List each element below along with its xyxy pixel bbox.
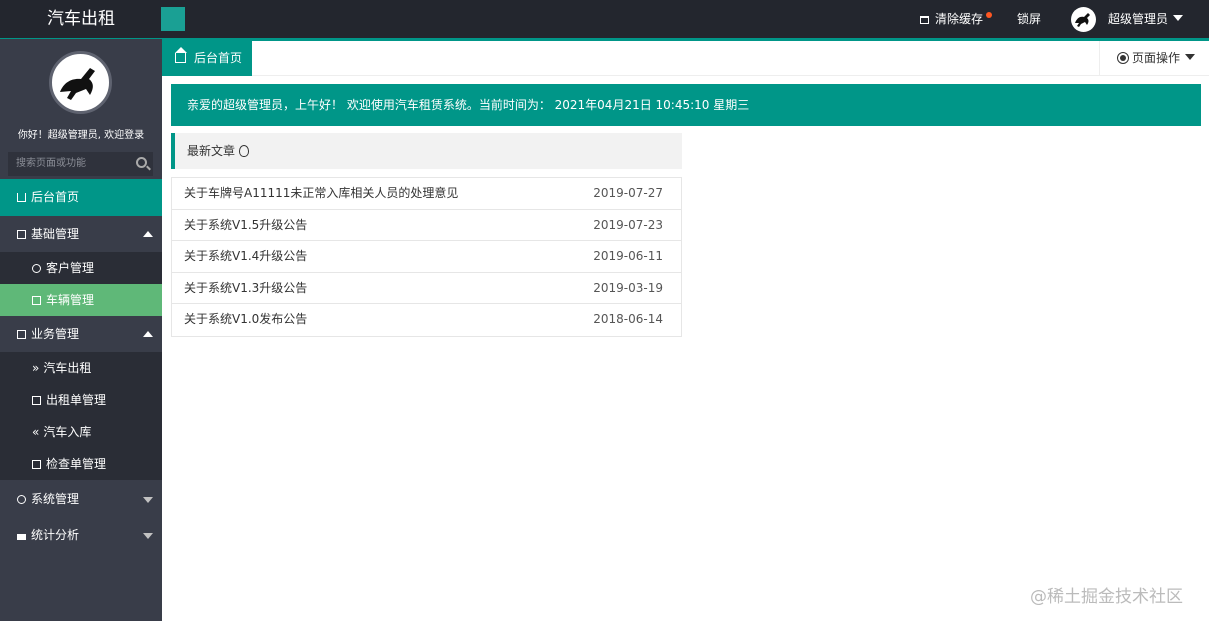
sidebar-group-label: 系统管理 [31, 492, 80, 506]
notification-dot [986, 12, 992, 18]
fire-icon [239, 145, 250, 157]
sidebar-item-car-rental[interactable]: » 汽车出租 [0, 352, 162, 384]
double-chevron-left-icon: « [32, 425, 40, 439]
trash-icon [920, 16, 929, 24]
sidebar-item-label: 客户管理 [46, 261, 95, 275]
article-date: 2019-03-19 [593, 280, 663, 295]
chevron-up-icon [143, 231, 153, 237]
panel-title: 最新文章 [187, 144, 236, 158]
tab-label: 后台首页 [194, 51, 243, 65]
clear-cache-button[interactable]: 清除缓存 [920, 0, 992, 38]
chevron-up-icon [143, 331, 153, 337]
sidebar-item-car-return[interactable]: «汽车入库 [0, 416, 162, 448]
home-icon [175, 47, 187, 63]
article-date: 2019-07-23 [593, 217, 663, 232]
list-item[interactable]: 关于系统V1.4升级公告 2019-06-11 [172, 241, 681, 273]
sidebar-group-statistics[interactable]: 统计分析 [0, 517, 162, 553]
sidebar-item-rental-orders[interactable]: 出租单管理 [0, 384, 162, 416]
top-header: 汽车出租 清除缓存 锁屏 超级管理员 [0, 0, 1209, 39]
search-input[interactable]: 搜索页面或功能 [8, 152, 153, 176]
lock-screen-button[interactable]: 锁屏 [1017, 0, 1041, 38]
sidebar-group-label: 业务管理 [31, 327, 80, 341]
chevron-down-icon [1185, 54, 1196, 60]
list-item[interactable]: 关于系统V1.3升级公告 2019-03-19 [172, 273, 681, 304]
sidebar: 你好！超级管理员, 欢迎登录 搜索页面或功能 后台首页 基础管理 客户管理 车辆… [0, 39, 162, 621]
sidebar-group-system[interactable]: 系统管理 [0, 481, 162, 517]
article-title[interactable]: 关于系统V1.5升级公告 [184, 218, 307, 232]
sidebar-item-label: 车辆管理 [46, 293, 95, 307]
sidebar-group-label: 基础管理 [31, 227, 80, 241]
sidebar-item-label: 汽车出租 [43, 361, 92, 375]
page-operations-dropdown[interactable]: 页面操作 [1099, 41, 1209, 76]
chevron-down-icon [143, 533, 153, 539]
search-placeholder: 搜索页面或功能 [16, 158, 86, 169]
double-chevron-right-icon: » [32, 361, 40, 375]
latest-articles-header: 最新文章 [171, 133, 682, 169]
article-title[interactable]: 关于系统V1.3升级公告 [184, 281, 307, 295]
sidebar-item-label: 汽车入库 [43, 425, 92, 439]
list-item[interactable]: 关于系统V1.5升级公告 2019-07-23 [172, 210, 681, 241]
cart-icon [32, 296, 41, 305]
book-icon [17, 330, 26, 339]
search-icon[interactable] [136, 157, 147, 168]
gear-icon [17, 495, 26, 504]
sidebar-group-basic[interactable]: 基础管理 [0, 216, 162, 252]
article-date: 2019-07-27 [593, 186, 663, 200]
list-item[interactable]: 关于系统V1.0发布公告 2018-06-14 [172, 304, 681, 336]
chart-icon [17, 534, 26, 540]
user-name: 超级管理员 [1108, 12, 1169, 26]
circle-dot-icon [1117, 52, 1129, 64]
article-title[interactable]: 关于车牌号A11111未正常入库相关人员的处理意见 [184, 186, 458, 200]
list-item[interactable]: 关于车牌号A11111未正常入库相关人员的处理意见 2019-07-27 [172, 178, 681, 210]
tab-bar: 后台首页 页面操作 [162, 41, 1209, 76]
avatar [1071, 7, 1096, 32]
page-ops-label: 页面操作 [1132, 51, 1181, 65]
sidebar-item-label: 检查单管理 [46, 457, 107, 471]
sidebar-item-label: 后台首页 [31, 190, 80, 204]
tab-home[interactable]: 后台首页 [162, 41, 252, 76]
home-icon [17, 193, 26, 202]
user-icon [32, 264, 41, 273]
sidebar-group-business[interactable]: 业务管理 [0, 316, 162, 352]
sidebar-group-label: 统计分析 [31, 528, 80, 542]
welcome-banner: 亲爱的超级管理员，上午好！ 欢迎使用汽车租赁系统。当前时间为： 2021年04月… [171, 84, 1201, 126]
article-date: 2019-06-11 [593, 249, 663, 263]
menu-toggle-button[interactable] [161, 7, 185, 31]
article-title[interactable]: 关于系统V1.4升级公告 [184, 249, 307, 263]
sidebar-item-label: 出租单管理 [46, 393, 107, 407]
app-title: 汽车出租 [47, 9, 115, 29]
sidebar-item-inspections[interactable]: 检查单管理 [0, 448, 162, 480]
sidebar-item-vehicles[interactable]: 车辆管理 [0, 284, 162, 316]
sidebar-item-home[interactable]: 后台首页 [0, 179, 162, 216]
grid-icon [17, 230, 26, 239]
sidebar-item-customers[interactable]: 客户管理 [0, 252, 162, 284]
clear-cache-label: 清除缓存 [935, 12, 984, 26]
article-date: 2018-06-14 [593, 312, 663, 326]
article-list: 关于车牌号A11111未正常入库相关人员的处理意见 2019-07-27 关于系… [171, 177, 682, 337]
profile-avatar [49, 51, 112, 114]
chevron-down-icon [1173, 15, 1184, 21]
watermark: @稀土掘金技术社区 [1030, 587, 1183, 607]
edit-icon [32, 396, 41, 405]
article-title[interactable]: 关于系统V1.0发布公告 [184, 312, 307, 326]
chevron-down-icon [143, 497, 153, 503]
open-book-icon [32, 460, 41, 469]
welcome-text: 你好！超级管理员, 欢迎登录 [17, 130, 145, 141]
